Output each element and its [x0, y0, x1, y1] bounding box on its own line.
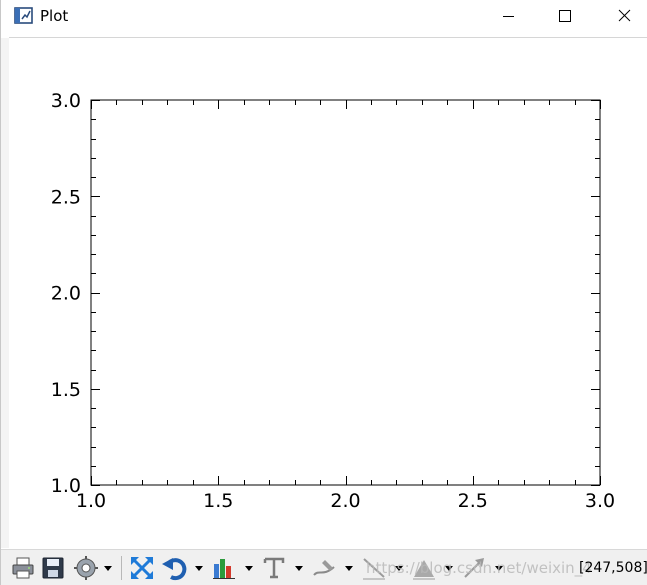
- x-tick-label: 3.0: [585, 490, 615, 512]
- undo-icon: [162, 558, 187, 581]
- text-dropdown[interactable]: [294, 555, 304, 581]
- settings-icon: [74, 556, 98, 580]
- chevron-down-icon: [295, 566, 303, 571]
- minimize-icon: [503, 16, 514, 17]
- chevron-down-icon: [195, 566, 203, 571]
- x-tick-label: 2.5: [458, 490, 488, 512]
- print-icon: [12, 557, 34, 579]
- settings-button[interactable]: [73, 555, 99, 581]
- bar-chart-icon: [213, 559, 235, 579]
- close-button[interactable]: [601, 0, 647, 33]
- undo-dropdown[interactable]: [194, 555, 204, 581]
- toolbar: https://blog.csdn.net/weixin_4 [247,508]: [1, 549, 647, 585]
- undo-button[interactable]: [161, 555, 187, 581]
- y-tick-label: 2.0: [51, 283, 81, 305]
- save-icon: [42, 557, 64, 579]
- text-icon: [263, 557, 285, 579]
- fit-view-icon: [131, 557, 153, 579]
- y-tick-label: 2.5: [51, 186, 81, 208]
- plot-window: Plot 1.0 1.5 2.0 2.5 3.0 1.0 1.5 2.0 2.5 3.0: [0, 0, 647, 585]
- chart: 1.0 1.5 2.0 2.5 3.01.01.52.02.53.0: [51, 90, 615, 512]
- settings-dropdown[interactable]: [103, 555, 113, 581]
- plot-frame: [90, 99, 601, 486]
- background-window-edge: [1, 38, 9, 548]
- chevron-down-icon: [345, 566, 353, 571]
- save-button[interactable]: [40, 555, 66, 581]
- bar-chart-dropdown[interactable]: [244, 555, 254, 581]
- watermark: https://blog.csdn.net/weixin_4: [366, 559, 592, 577]
- pen-button[interactable]: [311, 555, 337, 581]
- chevron-down-icon: [245, 566, 253, 571]
- y-tick-label: 3.0: [51, 90, 81, 112]
- text-button[interactable]: [261, 555, 287, 581]
- maximize-icon: [559, 10, 571, 22]
- fit-view-button[interactable]: [129, 555, 155, 581]
- chevron-down-icon: [104, 566, 112, 571]
- toolbar-separator: [121, 556, 122, 580]
- status-coordinates: [247,508]: [579, 560, 647, 576]
- window-title: Plot: [40, 7, 69, 25]
- plot-area[interactable]: 1.0 1.5 2.0 2.5 3.0 1.0 1.5 2.0 2.5 3.0: [9, 38, 647, 548]
- x-tick-label: 2.0: [330, 490, 360, 512]
- bar-chart-button[interactable]: [211, 555, 237, 581]
- minimize-button[interactable]: [485, 0, 531, 33]
- x-tick-label: 1.5: [203, 490, 233, 512]
- title-bar[interactable]: Plot: [1, 0, 647, 33]
- print-button[interactable]: [10, 555, 36, 581]
- plot-window-icon: [14, 7, 34, 25]
- y-tick-label: 1.0: [51, 475, 81, 497]
- maximize-button[interactable]: [542, 0, 588, 33]
- close-icon: [618, 9, 631, 22]
- pen-dropdown[interactable]: [344, 555, 354, 581]
- y-tick-label: 1.5: [51, 379, 81, 401]
- pen-icon: [313, 560, 335, 576]
